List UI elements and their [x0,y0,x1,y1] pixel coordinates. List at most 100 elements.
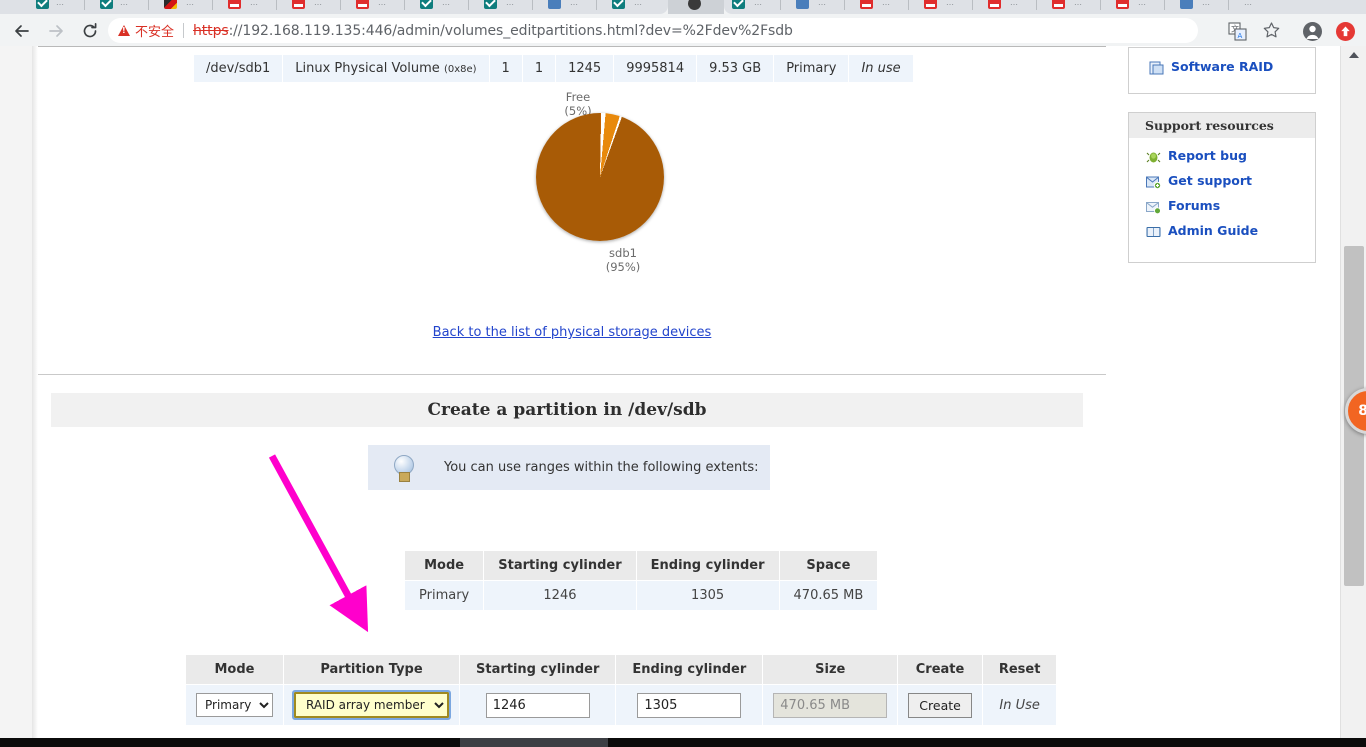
os-taskbar [0,738,1366,747]
tab-title-text: … [1010,0,1018,7]
tab-divider [844,0,845,10]
tab-title-text: … [56,0,64,7]
tab-title-text: … [754,0,762,7]
update-icon[interactable] [1335,21,1355,41]
tab-title-text: … [250,0,258,7]
tab-favicon[interactable] [612,0,625,9]
tab-title-text: … [120,0,128,7]
sidebar-item-label[interactable]: Forums [1168,198,1220,213]
form-header-size: Size [762,654,899,685]
tab-favicon[interactable] [420,0,433,9]
tab-divider [908,0,909,10]
pie-slices [536,113,664,241]
extents-table: Mode Starting cylinder Ending cylinder S… [403,550,879,611]
tab-favicon[interactable] [860,0,873,9]
section-divider [38,374,1106,375]
support-resources-label: Support resources [1145,118,1274,133]
extents-header-row: Mode Starting cylinder Ending cylinder S… [403,550,879,581]
ending-cylinder-input[interactable] [637,692,742,718]
cell-type-hex: (0x8e) [443,64,477,75]
tab-favicon[interactable] [100,0,113,9]
tab-group-right[interactable]: … … … … … … … … … [724,0,1366,14]
form-header-reset: Reset [981,654,1058,685]
taskbar-active-window[interactable] [460,738,608,747]
sidebar-item-label[interactable]: Report bug [1168,148,1247,163]
form-cell-reset: In Use [981,684,1058,726]
form-cell-mode: Primary [185,684,284,726]
tab-favicon[interactable] [924,0,937,9]
scroll-up-arrow-icon[interactable] [1349,52,1359,58]
pie-label-sdb1: sdb1 (95%) [578,246,668,274]
security-warning[interactable]: 不安全 [118,21,174,40]
tab-title-text: … [442,0,450,7]
page-viewport: /dev/sdb1 Linux Physical Volume (0x8e) 1… [0,46,1366,738]
forward-icon[interactable] [44,19,68,43]
form-header-start: Starting cylinder [458,654,617,685]
extents-cell-space: 470.65 MB [778,580,879,611]
browser-tabstrip[interactable]: … … … … … … … … … … … … … … … … … … … [0,0,1366,14]
sidebar-item-label[interactable]: Get support [1168,173,1252,188]
bookmark-star-icon[interactable] [1262,21,1281,40]
form-header-end: Ending cylinder [615,654,764,685]
table-row: Primary 1246 1305 470.65 MB [403,580,879,611]
tab-favicon[interactable] [1052,0,1065,9]
sidebar-item-forums[interactable]: Forums [1129,198,1315,214]
starting-cylinder-input[interactable] [485,692,590,718]
tab-favicon[interactable] [688,0,701,10]
raid-disk-icon [1149,60,1164,74]
tab-favicon[interactable] [732,0,745,9]
sidebar-item-report-bug[interactable]: Report bug [1129,148,1315,163]
back-to-storage-devices-link[interactable]: Back to the list of physical storage dev… [433,325,712,340]
sidebar-item-label[interactable]: Software RAID [1171,59,1273,74]
tab-strip-gap [668,0,724,14]
back-link-wrap: Back to the list of physical storage dev… [38,321,1106,340]
url-path: ://192.168.119.135:446/admin/volumes_edi… [228,22,793,39]
form-cell-create: Create [897,684,983,726]
tab-favicon[interactable] [36,0,49,9]
svg-text:A: A [1238,32,1243,40]
cell-col-1: 1 [521,54,557,83]
tab-favicon[interactable] [1180,0,1193,9]
tab-group-left[interactable]: … … … … … … … … … … [0,0,668,14]
sidebar-item-admin-guide[interactable]: Admin Guide [1129,223,1315,238]
address-bar[interactable]: 不安全 https://192.168.119.135:446/admin/vo… [108,18,1198,43]
tab-title-text: … [1074,0,1082,7]
tab-title-text: … [634,0,642,7]
tab-favicon[interactable] [356,0,369,9]
page-left-gutter [0,46,32,738]
form-cell-size [762,684,899,726]
tab-favicon[interactable] [228,0,241,9]
tab-favicon[interactable] [1116,0,1129,9]
tab-favicon[interactable] [548,0,561,9]
sidebar-item-label[interactable]: Admin Guide [1168,223,1258,238]
tab-favicon[interactable] [484,0,497,9]
form-cell-start [458,684,617,726]
profile-avatar-icon[interactable] [1302,21,1322,41]
form-header-row: Mode Partition Type Starting cylinder En… [185,654,1058,685]
tab-favicon[interactable] [164,0,177,9]
tab-divider [148,0,149,10]
tab-divider [404,0,405,10]
tab-divider [780,0,781,10]
translate-icon[interactable]: 文A [1228,22,1247,41]
cell-col-5: Primary [773,54,850,83]
browser-chrome: … … … … … … … … … … … … … … … … … … … ! … [0,0,1366,46]
mode-select[interactable]: Primary [196,693,273,717]
tab-divider [1164,0,1165,10]
back-icon[interactable] [10,19,34,43]
tab-divider [276,0,277,10]
tab-favicon[interactable] [988,0,1001,9]
create-partition-header: Create a partition in /dev/sdb [51,393,1083,427]
partition-type-select[interactable]: RAID array member [292,690,451,720]
tab-title-text: … [570,0,578,7]
create-button[interactable]: Create [908,692,972,718]
tab-favicon[interactable] [796,0,809,9]
score-badge-label: 84 [1358,403,1366,419]
lightbulb-icon [392,454,414,482]
sidebar-item-software-raid[interactable]: Software RAID [1149,59,1273,74]
tab-favicon[interactable] [292,0,305,9]
extents-cell-mode: Primary [403,580,485,611]
size-input [773,692,888,718]
reload-icon[interactable] [78,19,102,43]
sidebar-item-get-support[interactable]: Get support [1129,173,1315,189]
